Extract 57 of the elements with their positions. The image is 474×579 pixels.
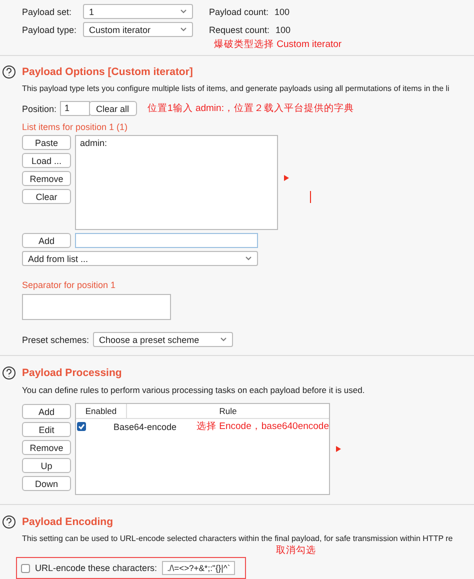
chevron-down-icon	[220, 337, 228, 342]
help-icon[interactable]	[2, 65, 16, 79]
section-description: This setting can be used to URL-encode selected characters within the final payload, for safe transmission within HTTP re	[22, 534, 453, 543]
section-title: Payload Encoding	[22, 516, 114, 528]
arrow-icon	[336, 446, 341, 452]
list-label: List items for position 1 (1)	[22, 122, 128, 132]
annotation: 位置1输入 admin:，位置２载入平台提供的字典	[148, 102, 354, 115]
add-from-list-select[interactable]: Add from list ...	[22, 251, 258, 266]
payload-type-select[interactable]: Custom iterator	[83, 22, 193, 37]
checkbox-label: URL-encode these characters:	[35, 563, 158, 573]
column-header: Rule	[218, 405, 238, 418]
list-button[interactable]: Paste	[22, 135, 71, 150]
section-description: This payload type lets you configure multiple lists of items, and generate payloads using all permutations of items in the li	[22, 84, 450, 93]
list-item[interactable]: admin:	[80, 138, 273, 148]
field-label: Request count:	[209, 24, 270, 34]
help-icon[interactable]	[2, 366, 16, 380]
rule-button[interactable]: Add	[22, 404, 71, 419]
annotation: 爆破类型选择 Custom iterator	[214, 38, 342, 51]
help-icon[interactable]	[2, 515, 16, 529]
column-header: Enabled	[76, 404, 127, 418]
rule-button[interactable]: Down	[22, 476, 71, 491]
section-title: Payload Options [Custom iterator]	[22, 66, 193, 78]
checkbox[interactable]	[77, 422, 86, 431]
section-title: Payload Processing	[22, 367, 122, 379]
field-label: Payload set:	[22, 6, 73, 16]
rule-button[interactable]: Up	[22, 458, 71, 473]
arrow-icon	[284, 175, 289, 181]
chevron-down-icon	[180, 27, 187, 32]
annotation: 选择 Encode，base640encode	[196, 420, 329, 433]
rule-button[interactable]: Remove	[22, 440, 71, 455]
field-label: Preset schemes:	[22, 334, 90, 344]
list-button[interactable]: Clear	[22, 189, 71, 204]
add-button[interactable]: Add	[22, 233, 71, 248]
rule-button[interactable]: Edit	[22, 422, 71, 437]
section-description: You can define rules to perform various processing tasks on each payload before it is used.	[22, 385, 365, 395]
field-label: Payload type:	[22, 24, 77, 34]
chevron-down-icon	[180, 9, 187, 14]
list-box[interactable]: admin:	[75, 135, 278, 230]
field-label: Position:	[22, 104, 57, 114]
cursor-mark	[310, 191, 311, 203]
list-button[interactable]: Remove	[22, 171, 71, 186]
annotation: 取消勾选	[276, 544, 316, 557]
preset-select[interactable]: Choose a preset scheme	[93, 332, 234, 347]
checkbox[interactable]	[21, 564, 30, 572]
payload-set-select[interactable]: 1	[83, 4, 193, 19]
characters-field[interactable]: ./\=<>?+&*;:"{}|^`	[162, 561, 236, 575]
add-item-field[interactable]	[75, 233, 258, 248]
field-label: Payload count:	[209, 6, 269, 16]
position-field[interactable]: 1	[60, 101, 90, 116]
clear-all-button[interactable]: Clear all	[88, 101, 137, 116]
separator-field[interactable]	[22, 294, 171, 320]
table-cell: Base64-encode	[113, 422, 177, 432]
list-button[interactable]: Load ...	[22, 153, 71, 168]
count-value: 100	[274, 6, 290, 16]
chevron-down-icon	[245, 256, 252, 261]
separator-label: Separator for position 1	[22, 280, 116, 290]
count-value: 100	[276, 24, 291, 34]
